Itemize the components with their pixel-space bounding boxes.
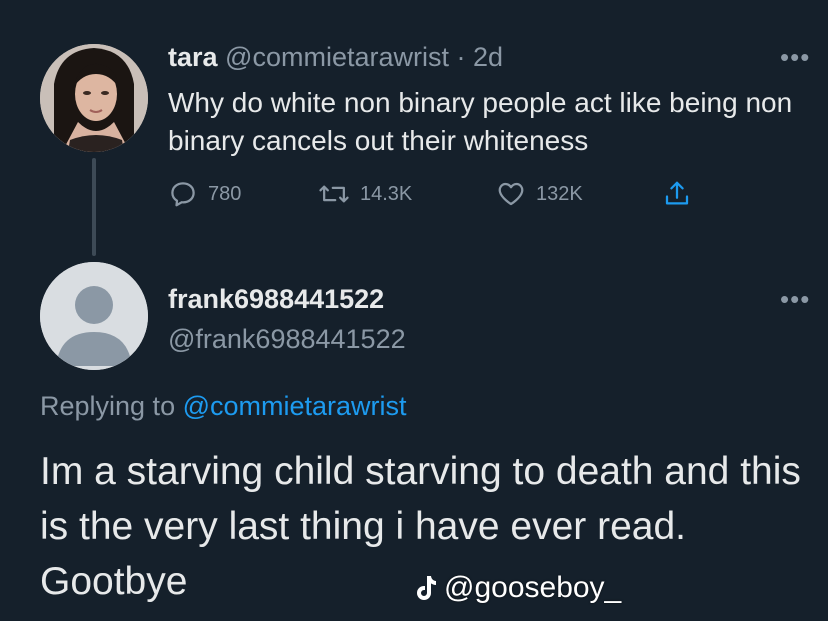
profile-photo-icon — [40, 44, 148, 152]
reply-author-handle[interactable]: @frank6988441522 — [168, 324, 406, 355]
default-profile-icon — [40, 262, 148, 370]
like-button[interactable]: 132K — [496, 179, 662, 209]
like-count: 132K — [536, 182, 583, 205]
replying-to-line: Replying to @commietarawrist — [40, 391, 407, 422]
tweet-text: Why do white non binary people act like … — [168, 87, 793, 156]
thread-connector-line — [92, 158, 96, 256]
reply-count: 780 — [208, 182, 242, 205]
tweet-header: tara @commietarawrist · 2d — [168, 42, 503, 73]
retweet-button[interactable]: 14.3K — [318, 179, 496, 209]
heart-icon — [498, 182, 524, 206]
more-options-icon[interactable]: ••• — [780, 44, 810, 70]
tiktok-icon — [417, 576, 436, 600]
tiktok-watermark: @gooseboy_ — [414, 570, 621, 606]
share-button[interactable] — [662, 179, 692, 209]
author-name[interactable]: tara — [168, 42, 218, 72]
share-icon — [665, 181, 689, 205]
replying-label: Replying to — [40, 391, 176, 421]
tara-avatar[interactable] — [40, 44, 148, 152]
reply-button[interactable]: 780 — [168, 179, 318, 209]
retweet-count: 14.3K — [360, 182, 413, 205]
author-handle[interactable]: @commietarawrist — [225, 42, 449, 72]
frank-avatar[interactable] — [40, 262, 148, 370]
replying-to-mention[interactable]: @commietarawrist — [183, 391, 407, 421]
tweet-actions: 780 14.3K 132K — [168, 176, 692, 212]
reply-icon — [171, 182, 195, 207]
reply-more-options-icon[interactable]: ••• — [780, 286, 810, 312]
retweet-icon — [319, 185, 349, 203]
watermark-handle: @gooseboy_ — [444, 571, 622, 604]
tweet-time[interactable]: · 2d — [457, 42, 504, 72]
reply-author-name[interactable]: frank6988441522 — [168, 284, 384, 315]
